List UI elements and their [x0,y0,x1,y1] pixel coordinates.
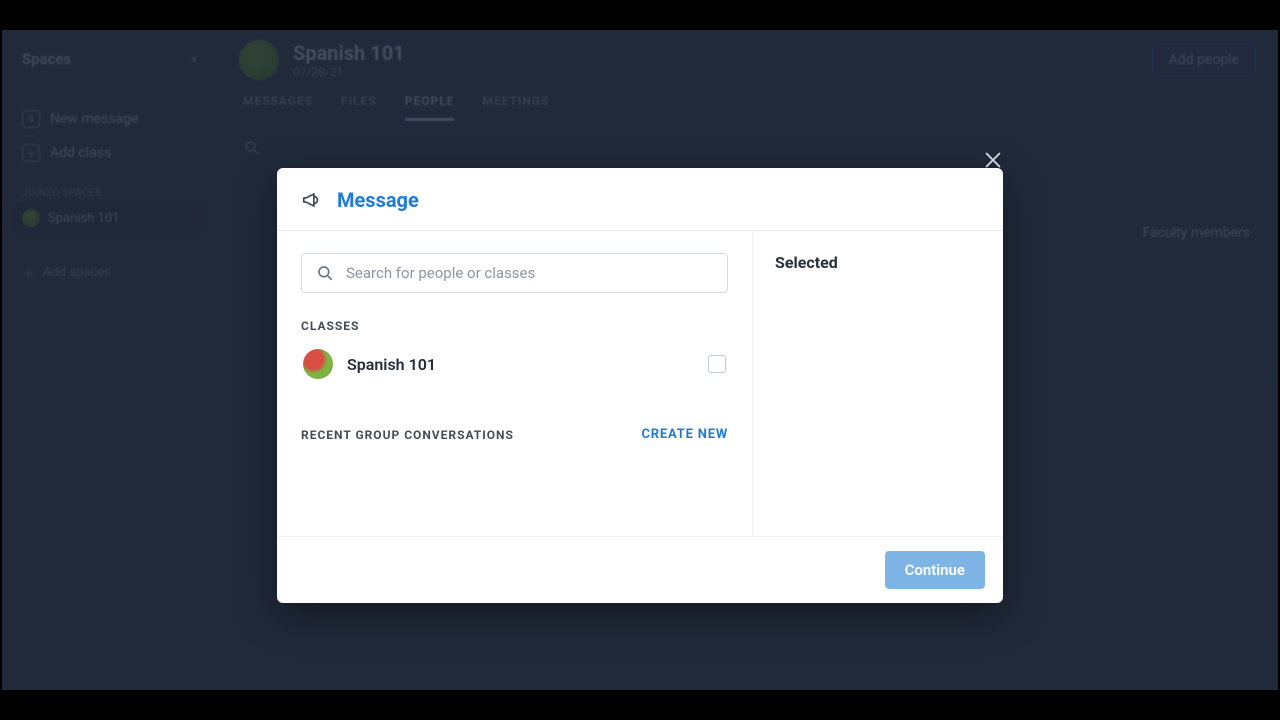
search-input-wrapper[interactable] [301,253,728,293]
search-input[interactable] [346,264,713,282]
class-avatar-icon [303,349,333,379]
app-viewport: Spaces ▾ ✎ New message ＋ Add class JOINE… [2,30,1278,690]
modal-left-panel: CLASSES Spanish 101 RECENT GROUP CONVERS… [277,231,753,536]
modal-right-panel: Selected [753,231,1003,536]
modal-title: Message [337,188,419,212]
continue-button[interactable]: Continue [885,551,985,589]
search-icon [316,264,334,282]
message-modal: Message CLASSES Spanish 101 RECENT GRO [277,168,1003,603]
close-icon [982,149,1004,171]
modal-footer: Continue [277,536,1003,603]
selected-label: Selected [775,253,981,272]
classes-section-label: CLASSES [301,319,728,333]
class-checkbox[interactable] [708,355,726,373]
class-list-item[interactable]: Spanish 101 [301,343,728,385]
create-new-button[interactable]: CREATE NEW [641,427,728,442]
megaphone-icon [301,189,323,211]
class-name: Spanish 101 [347,355,694,374]
close-button[interactable] [979,146,1007,174]
modal-header: Message [277,168,1003,231]
recent-conversations-label: RECENT GROUP CONVERSATIONS [301,428,514,442]
